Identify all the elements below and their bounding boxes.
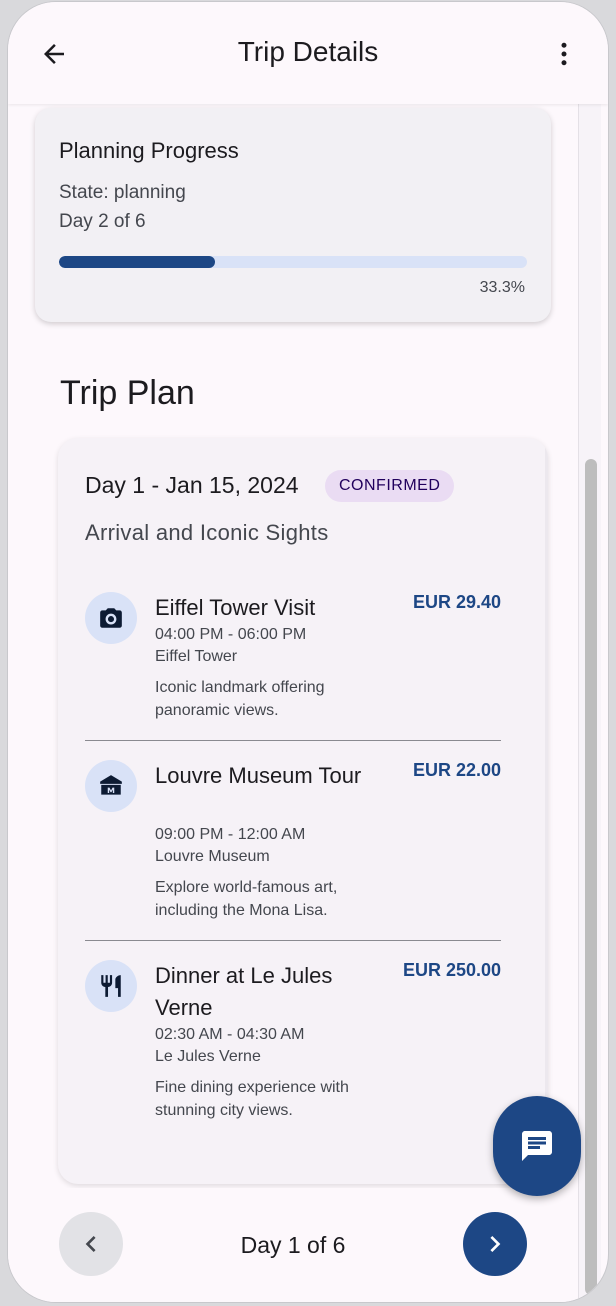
progress-percent: 33.3% [479,279,525,296]
activity-description: Fine dining experience with stunning cit… [155,1079,349,1119]
progress-bar-fill [59,256,215,268]
activity-item[interactable]: Dinner at Le Jules Verne EUR 250.00 02:3… [85,960,501,1130]
activity-title: Louvre Museum Tour [155,763,362,788]
card-edge [545,438,548,1184]
app-bar: Trip Details [8,2,608,104]
planning-progress-card: Planning Progress State: planning Day 2 … [35,108,551,322]
day-navigation: Day 1 of 6 [8,1188,578,1302]
day-subtitle: Arrival and Iconic Sights [85,520,329,545]
activity-title: Eiffel Tower Visit [155,595,316,620]
more-options-button[interactable] [548,34,580,74]
divider [85,940,501,941]
activity-time: 02:30 AM - 04:30 AM [155,1026,305,1043]
progress-title: Planning Progress [59,138,239,163]
day-heading: Day 1 - Jan 15, 2024 [85,472,299,498]
more-vert-icon [561,42,567,66]
scrollbar-thumb[interactable] [585,459,597,1295]
phone-frame: Trip Details Planning Progress State: pl… [8,2,608,1302]
activity-place: Eiffel Tower [155,648,238,665]
activity-time: 09:00 PM - 12:00 AM [155,826,306,843]
activity-price: EUR 22.00 [412,760,501,780]
progress-bar [59,256,527,268]
activity-time: 04:00 PM - 06:00 PM [155,626,307,643]
activity-price: EUR 250.00 [402,960,501,980]
activity-item[interactable]: Louvre Museum Tour EUR 22.00 09:00 PM - … [85,760,501,930]
status-badge: CONFIRMED [325,470,455,502]
activity-description: Iconic landmark offering panoramic views… [155,679,325,719]
restaurant-icon [101,975,121,997]
page-title: Trip Details [237,36,379,67]
activity-icon-badge [85,760,137,812]
section-title: Trip Plan [60,374,195,412]
camera-icon [100,608,122,628]
chevron-right-icon [490,1236,501,1252]
activity-icon-badge [85,592,137,644]
activity-price: EUR 29.40 [412,592,501,612]
progress-state: State: planning [59,182,186,203]
scrollbar-track[interactable] [578,104,601,1302]
day-card: Day 1 - Jan 15, 2024 CONFIRMED Arrival a… [58,438,548,1184]
activity-place: Le Jules Verne [155,1048,261,1065]
next-day-button[interactable] [463,1212,527,1276]
activity-item[interactable]: Eiffel Tower Visit EUR 29.40 04:00 PM - … [85,592,501,732]
activity-title: Dinner at Le Jules Verne [155,963,333,1020]
chat-fab-button[interactable] [493,1096,581,1196]
divider [85,740,501,741]
activity-icon-badge [85,960,137,1012]
progress-day: Day 2 of 6 [59,211,146,232]
museum-icon [100,775,122,795]
chat-icon [522,1131,552,1161]
activity-description: Explore world-famous art, including the … [155,879,338,919]
activity-place: Louvre Museum [155,848,270,865]
